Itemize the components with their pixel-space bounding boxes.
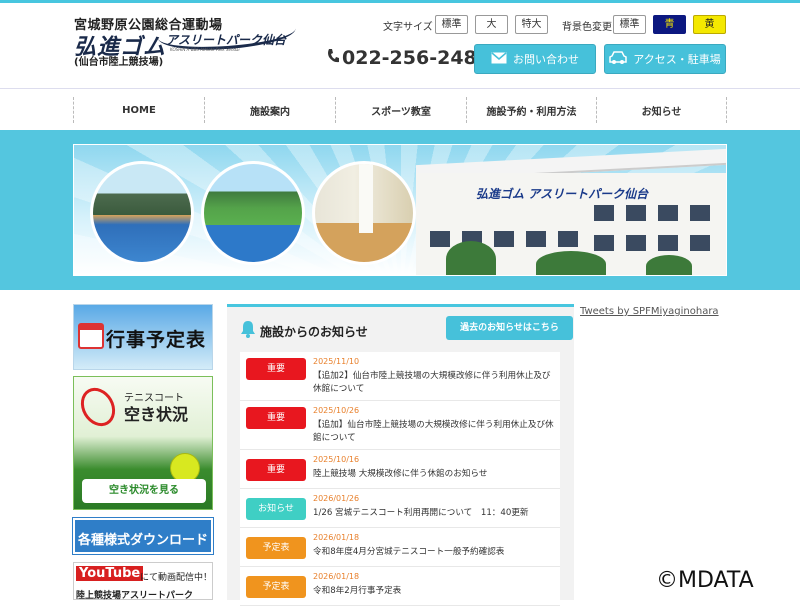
news-badge: 重要 (246, 459, 306, 481)
hero-photo-field (201, 161, 305, 265)
tennis-availability-button[interactable]: 空き状況を見る (82, 479, 206, 503)
schedule-banner-label: 行事予定表 (106, 329, 207, 351)
news-badge: 予定表 (246, 537, 306, 559)
news-item[interactable]: 予定表 2026/01/18 令和8年度4月分宮城テニスコート一般予約確認表 (240, 528, 560, 567)
contact-button[interactable]: お問い合わせ (474, 44, 596, 74)
bg-color-label: 背景色変更 (562, 22, 612, 33)
site-header: 宮城野原公園総合運動場 弘進ゴム アスリートパーク仙台 KOSHIN A-BBS… (0, 0, 800, 88)
youtube-banner-text: にて動画配信中！ (140, 573, 213, 583)
news-badge: お知らせ (246, 498, 306, 520)
phone-icon (326, 47, 340, 69)
car-icon (609, 50, 628, 68)
news-date: 2025/10/26 (313, 406, 360, 415)
tennis-racket-icon (74, 381, 122, 433)
news-item[interactable]: 重要 2025/11/10 【追加2】仙台市陸上競技場の大規模改修に伴う利用休止… (240, 352, 560, 401)
news-text[interactable]: 陸上競技場 大規模改修に伴う休館のお知らせ (313, 468, 556, 481)
news-badge: 重要 (246, 358, 306, 380)
news-badge: 重要 (246, 407, 306, 429)
news-item[interactable]: 予定表 2026/01/18 令和8年2月行事予定表 (240, 567, 560, 606)
news-date: 2026/01/18 (313, 572, 360, 581)
logo-small-text: KOSHIN A-BBS Athlete Park Sendai (170, 47, 240, 52)
news-badge: 予定表 (246, 576, 306, 598)
download-banner-label: 各種様式ダウンロード (77, 533, 208, 548)
tennis-banner-title: 空き状況 (124, 405, 189, 424)
news-date: 2026/01/18 (313, 533, 360, 542)
hero-banner: 弘進ゴム アスリートパーク仙台 (73, 144, 727, 276)
news-text[interactable]: 1/26 宮城テニスコート利用再開について 11：40更新 (313, 507, 556, 520)
news-item[interactable]: 重要 2025/10/26 【追加】仙台市陸上競技場の大規模改修に伴う利用休止及… (240, 401, 560, 450)
hero-photo-stadium (90, 161, 194, 265)
news-date: 2025/11/10 (313, 357, 360, 366)
download-banner[interactable]: 各種様式ダウンロード (72, 517, 214, 555)
news-panel: 施設からのお知らせ 過去のお知らせはこちら 重要 2025/11/10 【追加2… (227, 304, 574, 606)
access-button[interactable]: アクセス・駐車場 (604, 44, 726, 74)
schedule-banner[interactable]: 行事予定表 (73, 304, 213, 370)
contact-button-label: お問い合わせ (513, 53, 579, 66)
bell-icon (240, 320, 256, 342)
bg-blue-button[interactable]: 青 (653, 15, 686, 34)
copyright-watermark: ©MDATA (656, 568, 754, 593)
news-date: 2026/01/26 (313, 494, 360, 503)
header-accent-line (0, 0, 800, 3)
tennis-availability-banner[interactable]: テニスコート 空き状況 空き状況を見る (73, 376, 213, 510)
logo-sub[interactable]: アスリートパーク仙台 (166, 31, 286, 48)
bg-yellow-button[interactable]: 黄 (693, 15, 726, 34)
mail-icon (491, 51, 507, 67)
nav-item-news[interactable]: お知らせ (596, 97, 727, 123)
site-caption: (仙台市陸上競技場) (74, 57, 164, 68)
nav-item-reservation[interactable]: 施設予約・利用方法 (466, 97, 596, 123)
news-list: 重要 2025/11/10 【追加2】仙台市陸上競技場の大規模改修に伴う利用休止… (240, 352, 560, 606)
phone-number-text: 022-256-2488 (342, 47, 490, 69)
youtube-banner-subtext: 陸上競技場アスリートパーク (76, 591, 194, 601)
news-item[interactable]: お知らせ 2026/01/26 1/26 宮城テニスコート利用再開について 11… (240, 489, 560, 528)
hero-building-photo: 弘進ゴム アスリートパーク仙台 (416, 145, 726, 275)
font-size-xlarge-button[interactable]: 特大 (515, 15, 548, 34)
main-nav: HOME 施設案内 スポーツ教室 施設予約・利用方法 お知らせ (0, 88, 800, 130)
news-item[interactable]: 重要 2025/10/16 陸上競技場 大規模改修に伴う休館のお知らせ (240, 450, 560, 489)
font-size-label: 文字サイズ (383, 22, 433, 33)
nav-item-facilities[interactable]: 施設案内 (204, 97, 335, 123)
access-button-label: アクセス・駐車場 (633, 53, 721, 66)
nav-item-home[interactable]: HOME (73, 97, 204, 123)
calendar-icon (78, 323, 104, 349)
hero-photo-gym (312, 161, 416, 265)
nav-item-sports-class[interactable]: スポーツ教室 (335, 97, 466, 123)
bg-standard-button[interactable]: 標準 (613, 15, 646, 34)
news-text[interactable]: 令和8年2月行事予定表 (313, 585, 556, 598)
news-header: 施設からのお知らせ 過去のお知らせはこちら (227, 307, 574, 351)
news-text[interactable]: 令和8年度4月分宮城テニスコート一般予約確認表 (313, 546, 556, 559)
news-title: 施設からのお知らせ (260, 325, 368, 339)
font-size-standard-button[interactable]: 標準 (435, 15, 468, 34)
past-news-button[interactable]: 過去のお知らせはこちら (446, 316, 573, 340)
news-date: 2025/10/16 (313, 455, 360, 464)
youtube-banner[interactable]: YouTube にて動画配信中！ 陸上競技場アスリートパーク (73, 562, 213, 601)
font-size-large-button[interactable]: 大 (475, 15, 508, 34)
phone-number[interactable]: 022-256-2488 (326, 47, 490, 69)
news-text[interactable]: 【追加2】仙台市陸上競技場の大規模改修に伴う利用休止及び休館について (313, 370, 556, 396)
hero-building-sign: 弘進ゴム アスリートパーク仙台 (476, 187, 649, 201)
youtube-logo: YouTube (76, 566, 144, 581)
tweets-link[interactable]: Tweets by SPFMiyaginohara (580, 306, 719, 317)
news-text[interactable]: 【追加】仙台市陸上競技場の大規模改修に伴う利用休止及び休館について (313, 419, 556, 445)
